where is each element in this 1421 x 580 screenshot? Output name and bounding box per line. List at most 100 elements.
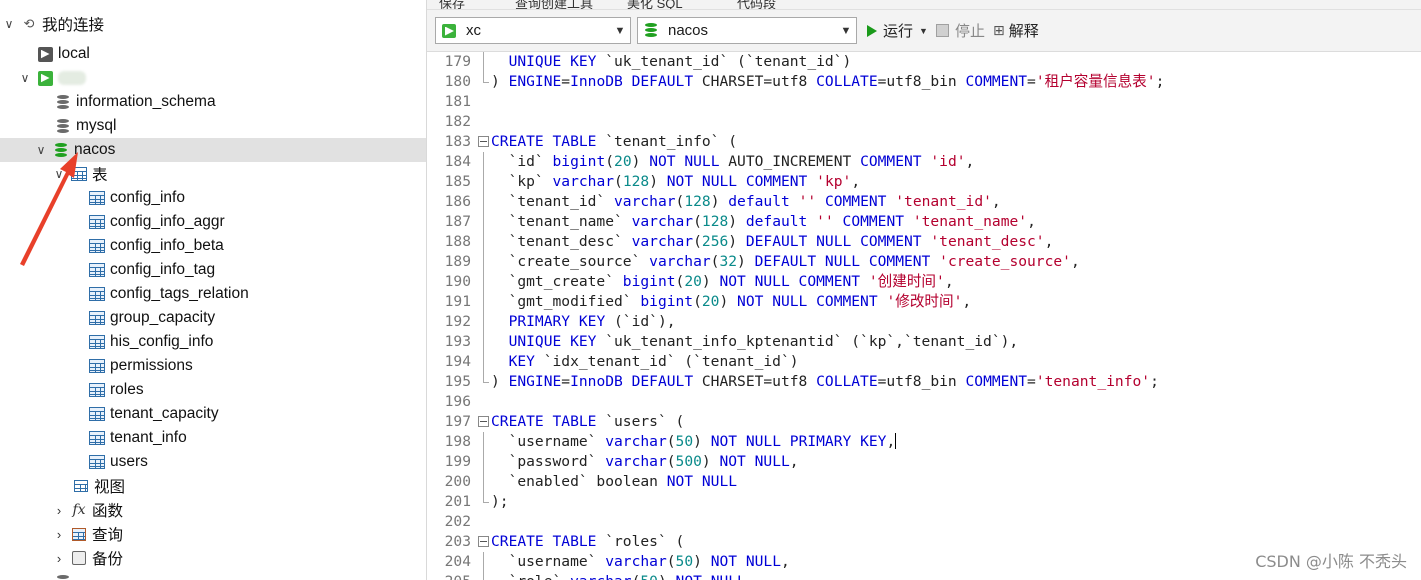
tree-item-tables-folder[interactable]: ∨ 表 [0,162,426,186]
tree-item-table[interactable]: tenant_info [0,426,426,450]
code-line[interactable]: 201); [427,492,1421,512]
tree-item-table[interactable]: config_info [0,186,426,210]
code-token: 128 [701,213,729,230]
fold-toggle-icon[interactable] [477,132,489,152]
code-token: varchar [605,433,667,450]
code-line[interactable]: 191 `gmt_modified` bigint(20) NOT NULL C… [427,292,1421,312]
code-token: CREATE TABLE [491,533,597,550]
code-token: '' [798,193,817,210]
code-line[interactable]: 190 `gmt_create` bigint(20) NOT NULL COM… [427,272,1421,292]
code-line[interactable]: 188 `tenant_desc` varchar(256) DEFAULT N… [427,232,1421,252]
tree-item-table[interactable]: users [0,450,426,474]
chevron-right-icon[interactable]: › [52,498,66,522]
stop-label: 停止 [955,23,986,40]
code-line[interactable]: 185 `kp` varchar(128) NOT NULL COMMENT '… [427,172,1421,192]
table-icon [88,381,106,399]
chevron-right-icon[interactable]: › [52,546,66,570]
code-line[interactable]: 180) ENGINE=InnoDB DEFAULT CHARSET=utf8 … [427,72,1421,92]
code-line[interactable]: 192 PRIMARY KEY (`id`), [427,312,1421,332]
code-token: 50 [640,573,658,580]
tree-item-local[interactable]: local [0,42,426,66]
stop-button[interactable]: 停止 [936,17,985,44]
chevron-down-icon[interactable]: ∨ [52,162,66,186]
line-number: 186 [444,193,471,210]
save-button[interactable]: 保存 [439,0,465,9]
code-line[interactable]: 184 `id` bigint(20) NOT NULL AUTO_INCREM… [427,152,1421,172]
code-line[interactable]: 198 `username` varchar(50) NOT NULL PRIM… [427,432,1421,452]
code-line[interactable]: 205 `role` varchar(50) NOT NULL [427,572,1421,580]
tree-item-db-partial[interactable] [0,570,426,580]
tree-item-db-information-schema[interactable]: information_schema [0,90,426,114]
code-token: ENGINE [508,73,562,90]
tree-item-table[interactable]: tenant_capacity [0,402,426,426]
tree-item-table[interactable]: config_tags_relation [0,282,426,306]
query-builder-button[interactable]: 查询创建工具 [515,0,593,9]
tree-item-connection-xc[interactable]: ∨ [0,66,426,90]
tree-item-db-nacos[interactable]: ∨ nacos [0,138,426,162]
code-token: NOT NULL [676,573,746,580]
tree-item-backups-folder[interactable]: › 备份 [0,546,426,570]
fold-guide [477,332,489,352]
tree-item-table[interactable]: roles [0,378,426,402]
line-number: 185 [444,173,471,190]
code-line[interactable]: 193 UNIQUE KEY `uk_tenant_info_kptenanti… [427,332,1421,352]
beautify-sql-button[interactable]: 美化 SQL [627,0,683,9]
fold-guide [477,572,489,580]
code-line[interactable]: 186 `tenant_id` varchar(128) default '' … [427,192,1421,212]
run-button[interactable]: 运行 ▼ [867,17,928,44]
chevron-down-icon[interactable]: ∨ [34,138,48,162]
tree-item-queries-folder[interactable]: › 查询 [0,522,426,546]
line-number: 180 [444,73,471,90]
tree-item-my-connections[interactable]: ∨ ⟲ 我的连接 [0,12,426,36]
tree-item-table[interactable]: group_capacity [0,306,426,330]
code-line[interactable]: 199 `password` varchar(500) NOT NULL, [427,452,1421,472]
code-line[interactable]: 200 `enabled` boolean NOT NULL [427,472,1421,492]
query-editor-panel: 保存 查询创建工具 美化 SQL 代码段 xc ▼ nacos ▼ 运行 ▼ 停… [426,0,1421,580]
code-line[interactable]: 187 `tenant_name` varchar(128) default '… [427,212,1421,232]
table-icon [88,261,106,279]
database-icon [54,117,72,135]
tree-item-table[interactable]: config_info_tag [0,258,426,282]
code-line[interactable]: 195) ENGINE=InnoDB DEFAULT CHARSET=utf8 … [427,372,1421,392]
fold-toggle-icon[interactable] [477,412,489,432]
code-line[interactable]: 181 [427,92,1421,112]
tree-item-table[interactable]: permissions [0,354,426,378]
code-line[interactable]: 194 KEY `idx_tenant_id` (`tenant_id`) [427,352,1421,372]
fold-toggle-icon[interactable] [477,532,489,552]
code-token: ) [719,293,738,310]
chevron-down-icon[interactable]: ∨ [18,66,32,90]
connection-select[interactable]: xc ▼ [435,17,631,44]
code-line[interactable]: 197 CREATE TABLE `users` ( [427,412,1421,432]
fold-guide [477,352,489,372]
code-token: ( [605,153,615,170]
snippet-button[interactable]: 代码段 [737,0,776,9]
tree-item-table[interactable]: config_info_beta [0,234,426,258]
caret-down-icon[interactable]: ▼ [919,26,928,36]
chevron-right-icon[interactable]: › [52,522,66,546]
code-line[interactable]: 179 UNIQUE KEY `uk_tenant_id` (`tenant_i… [427,52,1421,72]
sql-editor[interactable]: 179 UNIQUE KEY `uk_tenant_id` (`tenant_i… [427,52,1421,580]
explain-button[interactable]: ⊞ 解释 [993,17,1039,44]
code-line[interactable]: 189 `create_source` varchar(32) DEFAULT … [427,252,1421,272]
code-token: 'tenant_name' [912,213,1028,230]
code-token: InnoDB DEFAULT [570,73,694,90]
tree-item-functions-folder[interactable]: › fx 函数 [0,498,426,522]
fold-guide [477,192,489,212]
code-line[interactable]: 196 [427,392,1421,412]
code-token: ) [701,453,720,470]
tree-item-table[interactable]: his_config_info [0,330,426,354]
tree-item-label: 视图 [94,479,126,496]
connection-icon [440,22,458,40]
chevron-down-icon[interactable]: ∨ [2,12,16,36]
code-line[interactable]: 183 CREATE TABLE `tenant_info` ( [427,132,1421,152]
code-token: , [944,273,954,290]
tree-item-table[interactable]: config_info_aggr [0,210,426,234]
code-line[interactable]: 182 [427,112,1421,132]
code-line[interactable]: 202 [427,512,1421,532]
tree-item-db-mysql[interactable]: mysql [0,114,426,138]
code-text: UNIQUE KEY `uk_tenant_info_kptenantid` (… [491,332,1019,352]
tree-item-views-folder[interactable]: 视图 [0,474,426,498]
code-token: `username` [491,433,606,450]
database-select[interactable]: nacos ▼ [637,17,857,44]
code-token: 'create_source' [939,253,1071,270]
